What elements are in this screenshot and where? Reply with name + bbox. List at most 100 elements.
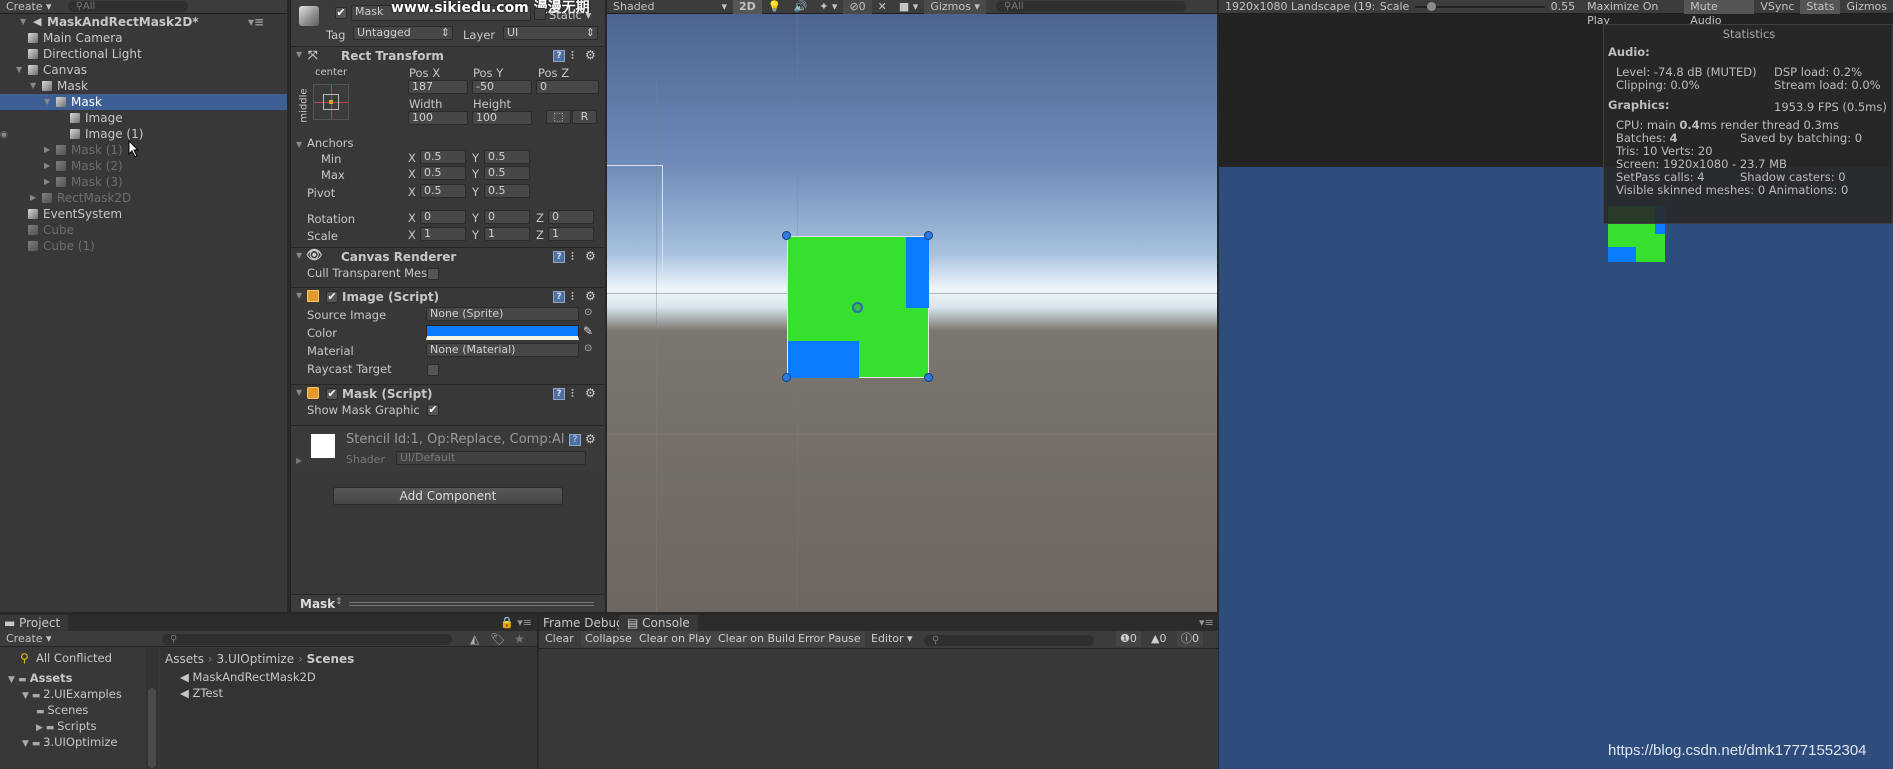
scale-z-input[interactable]: 1	[548, 227, 594, 241]
anchor-min-x-axis-label[interactable]: X	[408, 151, 416, 165]
console-search-input[interactable]: ⚲	[924, 635, 1094, 646]
effects-dropdown-icon[interactable]: ✦ ▾	[813, 0, 843, 14]
project-folder-item[interactable]: ▼ ▬ 2.UIExamples	[22, 687, 122, 701]
add-component-button[interactable]: Add Component	[333, 487, 563, 505]
rotation-y-axis-label[interactable]: Y	[472, 211, 479, 225]
scale-y-axis-label[interactable]: Y	[472, 228, 479, 242]
presets-icon[interactable]: ⫶	[571, 387, 574, 401]
help-icon[interactable]: ?	[553, 50, 565, 62]
rotation-x-input[interactable]: 0	[420, 210, 466, 224]
lighting-toggle-icon[interactable]: 💡	[762, 0, 788, 14]
scale-z-axis-label[interactable]: Z	[536, 228, 544, 242]
hierarchy-item[interactable]: Image (1)	[0, 126, 287, 142]
scene-search-input[interactable]: ⚲All	[995, 1, 1186, 12]
filter-by-label-icon[interactable]: 🏷	[490, 632, 505, 646]
anchor-max-x-input[interactable]: 0.5	[420, 166, 466, 180]
vsync-toggle[interactable]: VSync	[1754, 0, 1800, 14]
gear-icon[interactable]: ⚙	[585, 386, 596, 400]
image-enabled-checkbox[interactable]: ✔	[326, 291, 338, 303]
pivot-y-input[interactable]: 0.5	[484, 184, 530, 198]
image-1-blue-block[interactable]	[906, 237, 929, 308]
project-create-button[interactable]: Create ▾	[0, 632, 58, 646]
cull-transparent-checkbox[interactable]	[427, 268, 439, 280]
mask-rect-selected[interactable]	[787, 236, 929, 378]
anchor-min-x-input[interactable]: 0.5	[420, 150, 466, 164]
width-input[interactable]: 100	[408, 111, 468, 125]
mask-script-header[interactable]: ▼ ✔ Mask (Script) ? ⫶ ⚙	[291, 384, 604, 402]
pos-x-input[interactable]: 187	[408, 80, 468, 94]
expand-triangle-icon[interactable]: ▶	[44, 158, 50, 174]
anchor-max-y-input[interactable]: 0.5	[484, 166, 530, 180]
hierarchy-item[interactable]: Main Camera	[0, 30, 287, 46]
resize-handle-tl[interactable]	[782, 231, 791, 240]
filter-by-type-icon[interactable]: ◭	[470, 632, 479, 646]
expand-triangle-icon[interactable]: ▶	[44, 142, 50, 158]
lock-icon[interactable]: 🔒 ▾≡	[500, 616, 532, 629]
mute-audio-toggle[interactable]: Mute Audio	[1684, 0, 1755, 27]
help-icon[interactable]: ?	[569, 434, 581, 446]
scale-slider[interactable]	[1415, 1, 1546, 12]
rect-transform-header[interactable]: ▼ ⤧ Rect Transform ? ⫶ ⚙	[291, 46, 604, 64]
project-tree-scrollbar[interactable]	[146, 648, 158, 769]
foldout-icon[interactable]: ▼	[296, 50, 302, 59]
rotation-z-input[interactable]: 0	[548, 210, 594, 224]
editor-dropdown[interactable]: Editor ▾	[867, 631, 917, 647]
gear-icon[interactable]: ⚙	[585, 249, 596, 263]
help-icon[interactable]: ?	[553, 388, 565, 400]
foldout-icon[interactable]: ▼	[296, 251, 302, 260]
maximize-on-play-toggle[interactable]: Maximize On Play	[1581, 0, 1684, 27]
project-folder-item[interactable]: ▼ ▬ 3.UIOptimize	[22, 735, 118, 749]
expand-triangle-icon[interactable]: ▶	[30, 190, 36, 206]
hierarchy-item[interactable]: ▼ Mask	[0, 78, 287, 94]
pivot-y-axis-label[interactable]: Y	[472, 185, 479, 199]
pos-y-input[interactable]: -50	[472, 80, 532, 94]
anchor-min-y-input[interactable]: 0.5	[484, 150, 530, 164]
gear-icon[interactable]: ⚙	[585, 289, 596, 303]
hidden-objects-toggle[interactable]: ⊘0	[843, 0, 872, 14]
hierarchy-item[interactable]: Cube (1)	[0, 238, 287, 254]
warning-count-toggle[interactable]: ▲0	[1147, 631, 1170, 647]
file-item[interactable]: ◀ ZTest	[180, 686, 223, 700]
pos-z-input[interactable]: 0	[536, 80, 599, 94]
collapse-toggle[interactable]: Collapse	[581, 631, 636, 647]
anchor-max-y-axis-label[interactable]: Y	[472, 167, 479, 181]
hierarchy-search-input[interactable]: ⚲All	[67, 1, 188, 12]
error-count-toggle[interactable]: ❶0	[1116, 631, 1141, 647]
tab-project[interactable]: ▬ Project	[0, 615, 69, 631]
material-field[interactable]: None (Material)	[426, 343, 579, 357]
game-render-area[interactable]: https://blog.csdn.net/dmk17771552304	[1219, 167, 1893, 769]
stats-toggle[interactable]: Stats	[1800, 0, 1841, 14]
color-field[interactable]	[426, 325, 579, 340]
project-folder-item[interactable]: ▼ ▬ Assets	[8, 671, 72, 685]
static-checkbox[interactable]	[534, 8, 546, 20]
hierarchy-item[interactable]: ▼ Mask	[0, 94, 287, 110]
scale-slider-thumb[interactable]	[1427, 1, 1437, 11]
raycast-target-checkbox[interactable]	[427, 364, 439, 376]
anchors-foldout-icon[interactable]: ▼	[296, 140, 302, 149]
presets-icon[interactable]: ⫶	[571, 49, 574, 63]
gizmos-toggle[interactable]: Gizmos	[1840, 0, 1893, 14]
preview-dropdown-icon[interactable]: ⇕	[335, 597, 343, 607]
hierarchy-item[interactable]: ▶ Mask (1)	[0, 142, 287, 158]
project-folder-item[interactable]: ▶ ▬ Scripts	[36, 719, 97, 733]
blueprint-mode-button[interactable]: ⬚	[546, 110, 571, 124]
file-item[interactable]: ◀ MaskAndRectMask2D	[180, 670, 316, 684]
foldout-icon[interactable]: ▶	[296, 456, 302, 465]
scene-canvas[interactable]	[607, 14, 1217, 612]
pivot-x-axis-label[interactable]: X	[408, 185, 416, 199]
clear-on-build-toggle[interactable]: Clear on Build	[714, 631, 800, 647]
clear-button[interactable]: Clear	[541, 631, 578, 647]
anchor-presets-button[interactable]	[313, 84, 349, 120]
hierarchy-item[interactable]: EventSystem	[0, 206, 287, 222]
project-search-input[interactable]: ⚲	[162, 634, 452, 645]
pivot-x-input[interactable]: 0.5	[420, 184, 466, 198]
mask-enabled-checkbox[interactable]: ✔	[326, 388, 338, 400]
collapse-triangle-icon[interactable]: ▼	[44, 94, 50, 110]
error-pause-toggle[interactable]: Error Pause	[794, 631, 865, 647]
canvas-renderer-header[interactable]: ▼ 👁 Canvas Renderer ? ⫶ ⚙	[291, 247, 604, 265]
help-icon[interactable]: ?	[553, 291, 565, 303]
hierarchy-item[interactable]: Directional Light	[0, 46, 287, 62]
shader-dropdown[interactable]: UI/Default	[396, 451, 586, 465]
camera-dropdown-icon[interactable]: ■ ▾	[893, 0, 924, 14]
hierarchy-item[interactable]: Image	[0, 110, 287, 126]
